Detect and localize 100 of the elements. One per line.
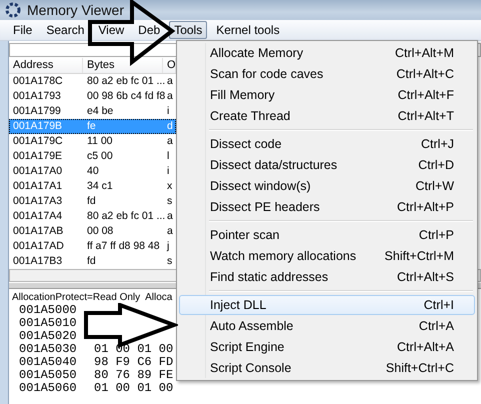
disassembly-row[interactable]: 001A17AD ff a7 ff d8 98 48 j xyxy=(9,239,176,254)
disassembly-row[interactable]: 001A1799 e4 be i xyxy=(9,104,176,119)
bytes-cell-text: fd xyxy=(86,254,97,269)
bytes-cell-text: 80 a2 eb fc 01 ... xyxy=(86,209,163,224)
shortcut-text: Ctrl+Alt+C xyxy=(396,66,454,83)
address-cell-text: 001A1799 xyxy=(12,104,62,119)
menu-option[interactable]: Pointer scan Ctrl+P xyxy=(179,225,475,245)
menu-option[interactable]: Script Console Shift+Ctrl+C xyxy=(179,358,475,378)
shortcut-text: Ctrl+Alt+S xyxy=(397,269,454,286)
hex-address: 001A5010 xyxy=(18,317,78,330)
shortcut-text: Ctrl+A xyxy=(418,318,454,335)
shortcut-text: Ctrl+W xyxy=(415,178,454,195)
opcode-cell-text: a xyxy=(166,209,174,224)
hex-bytes: 01 00 01 00 xyxy=(94,382,174,395)
menu-item[interactable]: Search xyxy=(41,21,90,39)
hex-bytes: 80 76 89 FE xyxy=(94,369,174,382)
menu-option[interactable]: Auto Assemble Ctrl+A xyxy=(179,316,475,336)
bytes-cell-text: c5 00 xyxy=(86,149,114,164)
menu-option[interactable]: Create Thread Ctrl+Alt+T xyxy=(179,106,475,126)
menu-option[interactable]: Script Engine Ctrl+Alt+A xyxy=(179,337,475,357)
shortcut-text: Shift+Ctrl+C xyxy=(386,360,454,377)
opcode-cell-text: j xyxy=(166,239,170,254)
disassembly-row[interactable]: 001A179C 11 00 a xyxy=(9,134,176,149)
shortcut-text: Ctrl+Alt+T xyxy=(398,108,454,125)
allocation-info-text: AllocationProtect=Read Only Alloca xyxy=(11,292,172,303)
column-header[interactable]: Bytes xyxy=(83,58,163,73)
bytes-cell-text: 00 08 xyxy=(86,224,114,239)
menu-item[interactable]: Kernel tools xyxy=(211,21,285,39)
opcode-cell-text: s xyxy=(166,194,174,209)
hex-bytes: 98 F9 C6 FD xyxy=(94,356,174,369)
disassembly-row[interactable]: 001A178C 80 a2 eb fc 01 ... a xyxy=(9,74,176,89)
bytes-cell-text: fe xyxy=(86,119,97,134)
menu-option-label: Inject DLL xyxy=(210,297,266,314)
bytes-cell-text: fd xyxy=(86,194,97,209)
disassembly-row[interactable]: 001A17AB 00 08 a xyxy=(9,224,176,239)
menu-option-label: Auto Assemble xyxy=(210,318,294,335)
menu-option-label: Dissect data/structures xyxy=(210,157,338,174)
column-header[interactable]: Address xyxy=(9,58,83,73)
hex-address: 001A5020 xyxy=(18,330,78,343)
menu-option[interactable]: Dissect code Ctrl+J xyxy=(179,134,475,154)
opcode-cell-text: x xyxy=(166,179,174,194)
menu-option[interactable]: Scan for code caves Ctrl+Alt+C xyxy=(179,64,475,84)
address-cell-text: 001A179C xyxy=(12,134,64,149)
shortcut-text: Shift+Ctrl+M xyxy=(384,248,454,265)
bytes-cell-text: 40 xyxy=(86,164,100,179)
menu-option[interactable]: Watch memory allocations Shift+Ctrl+M xyxy=(179,246,475,266)
disassembly-row[interactable]: 001A1793 00 98 6b c4 fd f8 a xyxy=(9,89,176,104)
menu-option[interactable]: Dissect PE headers Ctrl+Alt+P xyxy=(179,197,475,217)
shortcut-text: Ctrl+Alt+F xyxy=(398,87,454,104)
shortcut-text: Ctrl+P xyxy=(418,227,454,244)
menu-option-label: Dissect window(s) xyxy=(210,178,311,195)
bytes-cell-text: 34 c1 xyxy=(86,179,114,194)
opcode-cell-text: a xyxy=(166,74,174,89)
disassembly-row[interactable]: 001A17A3 fd s xyxy=(9,194,176,209)
menu-option-label: Pointer scan xyxy=(210,227,280,244)
address-cell-text: 001A17A0 xyxy=(12,164,64,179)
menu-item[interactable]: View xyxy=(93,21,130,39)
disassembly-row[interactable]: 001A17A0 40 i xyxy=(9,164,176,179)
address-cell-text: 001A179E xyxy=(12,149,64,164)
shortcut-text: Ctrl+Alt+P xyxy=(397,199,454,216)
menu-option-label: Script Console xyxy=(210,360,292,377)
menu-option[interactable]: Allocate Memory Ctrl+Alt+M xyxy=(179,43,475,63)
menu-option[interactable]: Fill Memory Ctrl+Alt+F xyxy=(179,85,475,105)
bytes-cell-text: 11 00 xyxy=(86,134,114,149)
menu-option-label: Dissect PE headers xyxy=(210,199,320,216)
opcode-cell-text: a xyxy=(166,89,174,104)
menu-item[interactable]: File xyxy=(8,21,38,39)
menu-option[interactable]: Find static addresses Ctrl+Alt+S xyxy=(179,267,475,287)
bytes-cell-text: e4 be xyxy=(86,104,114,119)
bytes-cell-text: 00 98 6b c4 fd f8 xyxy=(86,89,163,104)
opcode-cell-text: i xyxy=(166,164,170,179)
menu-item[interactable]: Tools xyxy=(169,21,208,39)
menu-option[interactable]: Inject DLL Ctrl+I xyxy=(179,295,475,315)
address-cell-text: 001A178C xyxy=(12,74,64,89)
hex-address: 001A5040 xyxy=(18,356,78,369)
window-title: Memory Viewer xyxy=(27,2,124,18)
menu-option[interactable]: Dissect window(s) Ctrl+W xyxy=(179,176,475,196)
menu-option[interactable]: Dissect data/structures Ctrl+D xyxy=(179,155,475,175)
menu-item[interactable]: Deb xyxy=(133,21,166,39)
opcode-cell-text: s xyxy=(166,254,174,269)
menu-option-label: Script Engine xyxy=(210,339,284,356)
opcode-cell-text: a xyxy=(166,224,174,239)
opcode-cell-text: l xyxy=(166,149,170,164)
menu-option-label: Find static addresses xyxy=(210,269,328,286)
disassembly-row[interactable]: 001A17A4 80 a2 eb fc 01 ... a xyxy=(9,209,176,224)
disassembly-row[interactable]: 001A179E c5 00 l xyxy=(9,149,176,164)
address-cell-text: 001A17A3 xyxy=(12,194,64,209)
shortcut-text: Ctrl+Alt+M xyxy=(394,45,454,62)
opcode-cell-text: a xyxy=(166,134,174,149)
menu-option-label: Fill Memory xyxy=(210,87,275,104)
disassembly-row[interactable]: 001A17B3 fd s xyxy=(9,254,176,269)
shortcut-text: Ctrl+D xyxy=(418,157,454,174)
hex-address: 001A5060 xyxy=(18,382,78,395)
address-cell-text: 001A17B3 xyxy=(12,254,64,269)
menu-option-label: Dissect code xyxy=(210,136,282,153)
bytes-cell-text: 80 a2 eb fc 01 ... xyxy=(86,74,163,89)
disassembly-row[interactable]: 001A17A1 34 c1 x xyxy=(9,179,176,194)
menu-option-label: Create Thread xyxy=(210,108,290,125)
app-logo-icon xyxy=(5,2,21,18)
opcode-cell-text: i xyxy=(166,104,170,119)
